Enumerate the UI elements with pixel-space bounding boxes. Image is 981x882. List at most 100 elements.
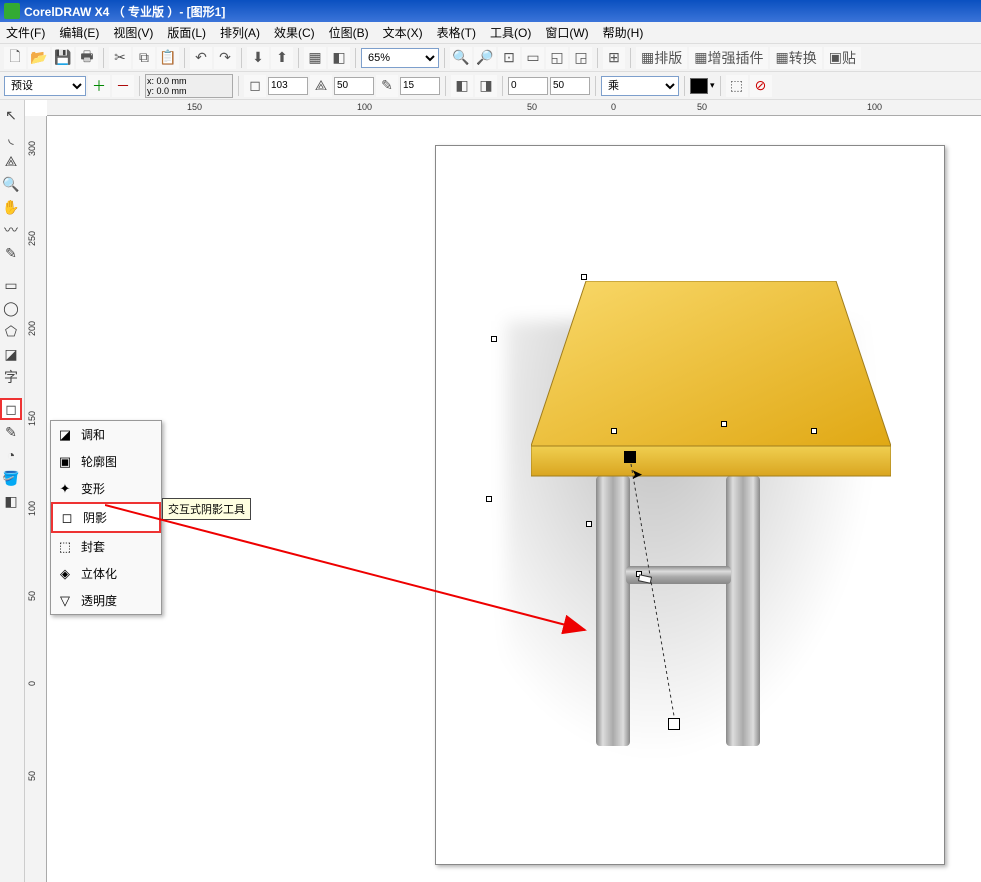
selection-handle[interactable]: [491, 336, 497, 342]
menubar: 文件(F) 编辑(E) 视图(V) 版面(L) 排列(A) 效果(C) 位图(B…: [0, 22, 981, 44]
standard-toolbar: 🗋 📂 💾 🖶 ✂ ⧉ 📋 ↶ ↷ ⬇ ⬆ ▦ ◧ 65% 🔍 🔎 ⊡ ▭ ◱ …: [0, 44, 981, 72]
spin-d[interactable]: [508, 77, 548, 95]
zoom-out-button[interactable]: 🔎: [474, 47, 496, 69]
polygon-tool[interactable]: ⬠: [0, 320, 22, 342]
smart-draw-tool[interactable]: ✎: [0, 242, 22, 264]
menu-layout[interactable]: 版面(L): [167, 24, 206, 41]
zoom-all-button[interactable]: ◱: [546, 47, 568, 69]
text-tool[interactable]: 字: [0, 366, 22, 388]
copy-props-button[interactable]: ⬚: [726, 75, 748, 97]
shadow-end-handle[interactable]: [668, 718, 680, 730]
app-title: CorelDRAW X4 （ 专业版 ）- [图形1]: [24, 3, 225, 20]
flyout-item-1[interactable]: ▣轮廓图: [51, 448, 161, 475]
spin-a[interactable]: [268, 77, 308, 95]
flyout-icon: ▽: [57, 593, 73, 609]
flyout-icon: ⬚: [57, 539, 73, 555]
menu-tools[interactable]: 工具(O): [490, 24, 531, 41]
remove-preset-button[interactable]: －: [112, 75, 134, 97]
rectangle-tool[interactable]: ▭: [0, 274, 22, 296]
feather-icon: ✎: [376, 75, 398, 97]
shadow-edge-button[interactable]: ◨: [475, 75, 497, 97]
redo-button[interactable]: ↷: [214, 47, 236, 69]
menu-effects[interactable]: 效果(C): [274, 24, 315, 41]
flyout-item-0[interactable]: ◪调和: [51, 421, 161, 448]
ellipse-tool[interactable]: ◯: [0, 297, 22, 319]
canvas[interactable]: 15010050501001500 30025020015010050050: [25, 100, 981, 882]
fill-tool[interactable]: 🪣: [0, 467, 22, 489]
paste-button[interactable]: 📋: [157, 47, 179, 69]
selection-handle[interactable]: [581, 274, 587, 280]
flyout-label: 变形: [81, 480, 105, 497]
spin-b[interactable]: [334, 77, 374, 95]
app-launcher-button[interactable]: ▦: [304, 47, 326, 69]
copy-button[interactable]: ⧉: [133, 47, 155, 69]
shadow-dir-button[interactable]: ◧: [451, 75, 473, 97]
shadow-vector[interactable]: [624, 456, 704, 736]
welcome-button[interactable]: ◧: [328, 47, 350, 69]
save-button[interactable]: 💾: [52, 47, 74, 69]
flyout-label: 封套: [81, 538, 105, 555]
titlebar: CorelDRAW X4 （ 专业版 ）- [图形1]: [0, 0, 981, 22]
zoom-in-button[interactable]: 🔍: [450, 47, 472, 69]
flyout-icon: ◈: [57, 566, 73, 582]
menu-bitmap[interactable]: 位图(B): [329, 24, 369, 41]
menu-table[interactable]: 表格(T): [437, 24, 476, 41]
zoom-fit-button[interactable]: ⊡: [498, 47, 520, 69]
open-button[interactable]: 📂: [28, 47, 50, 69]
shape-tool[interactable]: ◟: [0, 127, 22, 149]
ruler-horizontal: 15010050501001500: [47, 100, 981, 116]
stool-leg-right: [726, 476, 760, 746]
selection-handle[interactable]: [721, 421, 727, 427]
new-button[interactable]: 🗋: [4, 47, 26, 69]
cursor-icon: ➤: [631, 466, 643, 483]
plugin-button[interactable]: ▦ 增强插件: [689, 47, 768, 69]
layout-button[interactable]: ▦ 排版: [636, 47, 687, 69]
basic-shapes-tool[interactable]: ◪: [0, 343, 22, 365]
print-button[interactable]: 🖶: [76, 47, 98, 69]
flyout-item-2[interactable]: ✦ 变形: [51, 475, 161, 502]
convert-button[interactable]: ▦ 转换: [770, 47, 821, 69]
menu-arrange[interactable]: 排列(A): [220, 24, 260, 41]
hand-tool[interactable]: ✋: [0, 196, 22, 218]
cut-button[interactable]: ✂: [109, 47, 131, 69]
menu-file[interactable]: 文件(F): [6, 24, 45, 41]
menu-view[interactable]: 视图(V): [113, 24, 153, 41]
spin-e[interactable]: [550, 77, 590, 95]
crop-tool[interactable]: ⟁: [0, 150, 22, 172]
undo-button[interactable]: ↶: [190, 47, 212, 69]
zoom-sel-button[interactable]: ◲: [570, 47, 592, 69]
menu-text[interactable]: 文本(X): [383, 24, 423, 41]
snap-button[interactable]: ⊞: [603, 47, 625, 69]
pick-tool[interactable]: ↖: [0, 104, 22, 126]
eyedropper-tool[interactable]: ✎: [0, 421, 22, 443]
export-button[interactable]: ⬆: [271, 47, 293, 69]
ruler-vertical: 30025020015010050050: [25, 116, 47, 882]
interactive-fill-tool[interactable]: ◧: [0, 490, 22, 512]
interactive-tool[interactable]: ◻: [0, 398, 22, 420]
stool-top: [531, 281, 891, 481]
spin-c[interactable]: [400, 77, 440, 95]
import-button[interactable]: ⬇: [247, 47, 269, 69]
menu-help[interactable]: 帮助(H): [603, 24, 644, 41]
selection-handle[interactable]: [811, 428, 817, 434]
preset-combo[interactable]: 预设: [4, 76, 86, 96]
flyout-icon: ✦: [57, 481, 73, 497]
zoom-tool[interactable]: 🔍: [0, 173, 22, 195]
flyout-label: 调和: [81, 426, 105, 443]
dir-icon[interactable]: ◻: [244, 75, 266, 97]
freehand-tool[interactable]: 〰: [0, 219, 22, 241]
property-bar: 预设 ＋ － x: 0.0 mm y: 0.0 mm ◻ ⟁ ✎ ◧ ◨ 乘 ▾…: [0, 72, 981, 100]
clear-shadow-button[interactable]: ⊘: [750, 75, 772, 97]
zoom-combo[interactable]: 65%: [361, 48, 439, 68]
shadow-color-swatch[interactable]: [690, 78, 708, 94]
angle-icon: ⟁: [310, 75, 332, 97]
selection-handle[interactable]: [611, 428, 617, 434]
paste-special-button[interactable]: ▣ 贴: [824, 47, 861, 69]
add-preset-button[interactable]: ＋: [88, 75, 110, 97]
blend-mode-combo[interactable]: 乘: [601, 76, 679, 96]
zoom-page-button[interactable]: ▭: [522, 47, 544, 69]
menu-edit[interactable]: 编辑(E): [59, 24, 99, 41]
outline-tool[interactable]: ◔: [0, 444, 22, 466]
menu-window[interactable]: 窗口(W): [545, 24, 588, 41]
flyout-icon: ▣: [57, 454, 73, 470]
